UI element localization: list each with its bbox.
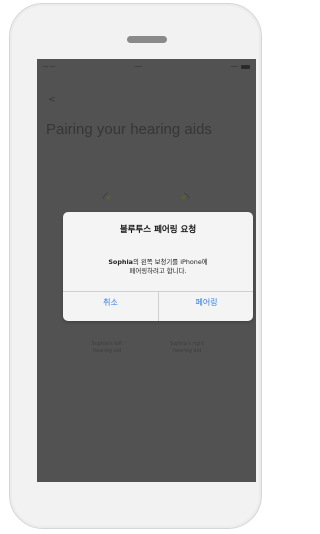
pair-button[interactable]: 페어링 — [159, 292, 254, 321]
message-line2: 페어링하려고 합니다. — [129, 267, 187, 275]
bluetooth-pairing-dialog: 블루투스 페어링 요청 Sophia의 왼쪽 보청기를 iPhone에 페어링하… — [63, 212, 253, 321]
phone-screen: ━━ ━━ ━━━ ━━━ < Pairing your hearing aid… — [37, 59, 256, 482]
dialog-message: Sophia의 왼쪽 보청기를 iPhone에 페어링하려고 합니다. — [73, 258, 243, 276]
cancel-button[interactable]: 취소 — [63, 292, 158, 321]
dialog-title: 블루투스 페어링 요청 — [119, 225, 197, 235]
message-device-name: Sophia — [108, 258, 133, 266]
phone-chin — [10, 482, 263, 530]
speaker-grill — [127, 36, 167, 43]
message-line1: 의 왼쪽 보청기를 iPhone에 — [132, 258, 208, 266]
phone-frame: ━━ ━━ ━━━ ━━━ < Pairing your hearing aid… — [9, 3, 262, 529]
